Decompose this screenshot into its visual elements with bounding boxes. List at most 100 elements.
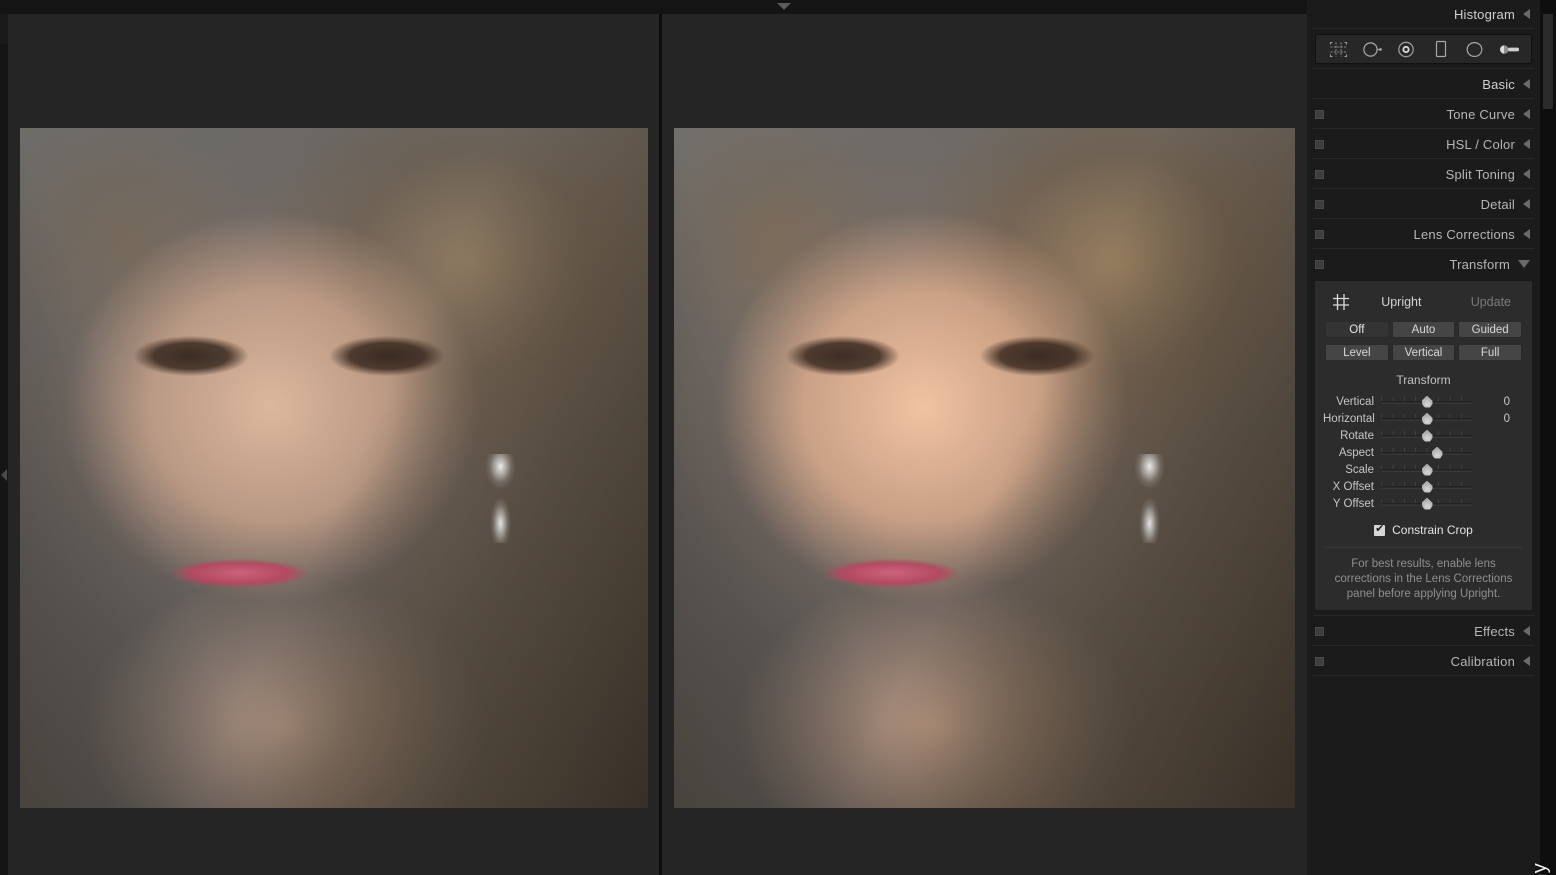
rectangle-gradient-icon[interactable] — [1428, 38, 1454, 60]
panel-label-hsl-color: HSL / Color — [1446, 136, 1515, 152]
panel-header-basic[interactable]: Basic — [1307, 70, 1540, 98]
upright-mode-auto[interactable]: Auto — [1391, 321, 1456, 338]
slider-track-scale[interactable] — [1381, 463, 1472, 477]
slider-value-vertical[interactable]: 0 — [1472, 396, 1518, 408]
red-eye-icon[interactable] — [1393, 38, 1419, 60]
panel-divider — [1313, 218, 1534, 219]
upright-label: Upright — [1381, 295, 1422, 309]
chevron-left-icon — [1523, 169, 1530, 179]
photo-lips-region — [810, 556, 973, 591]
panel-header-tone-curve[interactable]: Tone Curve — [1307, 100, 1540, 128]
transform-section-title: Transform — [1396, 373, 1451, 387]
transform-panel-body: Upright Update Off Auto Guided Level Ver… — [1314, 280, 1533, 611]
slider-scale: Scale — [1315, 461, 1532, 478]
constrain-crop-checkbox[interactable] — [1374, 522, 1386, 536]
slider-track-horizontal[interactable] — [1381, 412, 1472, 426]
right-panel-content: Histogram Basic Tone Curve HSL / Color S… — [1307, 0, 1540, 875]
photo-earring-region — [1133, 454, 1165, 543]
image-workspace — [8, 14, 1307, 875]
right-panel-scrollbar-thumb[interactable] — [1543, 14, 1553, 109]
panel-header-split-toning[interactable]: Split Toning — [1307, 160, 1540, 188]
ellipse-icon[interactable] — [1462, 38, 1488, 60]
before-image-pane[interactable] — [8, 14, 660, 875]
panel-label-split-toning: Split Toning — [1445, 166, 1515, 182]
photo-earring-region — [484, 454, 517, 543]
upright-mode-full[interactable]: Full — [1458, 344, 1523, 361]
panel-switch-icon[interactable] — [1315, 110, 1324, 119]
chevron-left-icon — [1523, 9, 1530, 19]
panel-divider — [1313, 248, 1534, 249]
chevron-left-icon — [1523, 229, 1530, 239]
right-panel-scrollbar[interactable] — [1540, 0, 1556, 875]
upright-mode-row-2: Level Vertical Full — [1325, 344, 1523, 361]
slider-track-vertical[interactable] — [1381, 395, 1472, 409]
slider-label-x-offset: X Offset — [1332, 480, 1374, 493]
slider-label-aspect: Aspect — [1338, 446, 1374, 459]
update-button[interactable]: Update — [1464, 293, 1518, 311]
panel-switch-icon[interactable] — [1315, 260, 1324, 269]
slider-rotate: Rotate — [1315, 427, 1532, 444]
upright-row: Upright Update — [1315, 289, 1532, 315]
slider-label-rotate: Rotate — [1340, 429, 1374, 442]
slider-vertical: Vertical 0 — [1315, 393, 1532, 410]
slider-aspect: Aspect — [1315, 444, 1532, 461]
left-panel-edge[interactable] — [0, 14, 8, 875]
panel-label-detail: Detail — [1480, 196, 1515, 212]
panel-header-hsl-color[interactable]: HSL / Color — [1307, 130, 1540, 158]
panel-label-calibration: Calibration — [1450, 653, 1515, 669]
slider-track-aspect[interactable] — [1381, 446, 1472, 460]
panel-expand-arrow-icon[interactable] — [1, 469, 7, 481]
panel-switch-icon[interactable] — [1315, 230, 1324, 239]
chevron-down-icon — [1518, 260, 1530, 268]
panel-divider — [1313, 98, 1534, 99]
panel-divider — [1313, 158, 1534, 159]
upright-mode-guided[interactable]: Guided — [1458, 321, 1523, 338]
panel-switch-icon[interactable] — [1315, 657, 1324, 666]
chevron-left-icon — [1523, 626, 1530, 636]
chevron-left-icon — [1523, 656, 1530, 666]
photo-hair-region — [674, 128, 1295, 808]
develop-tool-strip — [1315, 34, 1532, 64]
develop-right-panel: Histogram Basic Tone Curve HSL / Color S… — [1307, 0, 1556, 875]
chevron-left-icon — [1523, 139, 1530, 149]
constrain-crop-label: Constrain Crop — [1392, 523, 1473, 537]
panel-divider — [1313, 615, 1534, 616]
slider-track-y-offset[interactable] — [1381, 497, 1472, 511]
upright-mode-level[interactable]: Level — [1325, 344, 1389, 361]
slider-horizontal: Horizontal 0 — [1315, 410, 1532, 427]
panel-header-histogram[interactable]: Histogram — [1307, 0, 1540, 28]
panel-switch-icon[interactable] — [1315, 627, 1324, 636]
panel-header-effects[interactable]: Effects — [1307, 617, 1540, 645]
panel-header-transform[interactable]: Transform — [1307, 250, 1540, 278]
panel-header-calibration[interactable]: Calibration — [1307, 647, 1540, 675]
photo-eyes-region — [760, 332, 1134, 380]
upright-mode-off[interactable]: Off — [1325, 321, 1389, 338]
panel-header-lens-corrections[interactable]: Lens Corrections — [1307, 220, 1540, 248]
after-photo — [674, 128, 1295, 808]
constrain-crop-row: Constrain Crop — [1315, 522, 1532, 537]
photo-eyes-region — [107, 332, 485, 380]
chevron-down-icon[interactable] — [777, 3, 791, 10]
crop-grid-icon[interactable] — [1325, 38, 1351, 60]
slider-label-horizontal: Horizontal — [1323, 412, 1375, 425]
panel-header-detail[interactable]: Detail — [1307, 190, 1540, 218]
panel-divider — [1313, 28, 1534, 29]
slider-track-rotate[interactable] — [1381, 429, 1472, 443]
chevron-left-icon — [1523, 109, 1530, 119]
slider-label-y-offset: Y Offset — [1332, 497, 1374, 510]
slider-track-x-offset[interactable] — [1381, 480, 1472, 494]
slider-label-vertical: Vertical — [1336, 395, 1374, 408]
spot-removal-circle-icon[interactable] — [1359, 38, 1385, 60]
upright-mode-vertical[interactable]: Vertical — [1391, 344, 1456, 361]
panel-switch-icon[interactable] — [1315, 140, 1324, 149]
panel-switch-icon[interactable] — [1315, 170, 1324, 179]
chevron-left-icon — [1523, 79, 1530, 89]
chevron-left-icon — [1523, 199, 1530, 209]
slider-value-horizontal[interactable]: 0 — [1472, 413, 1518, 425]
panel-divider — [1313, 188, 1534, 189]
after-image-pane[interactable] — [662, 14, 1307, 875]
panel-switch-icon[interactable] — [1315, 200, 1324, 209]
brush-icon[interactable] — [1496, 38, 1522, 60]
slider-label-scale: Scale — [1345, 463, 1374, 476]
panel-label-lens-corrections: Lens Corrections — [1413, 226, 1515, 242]
